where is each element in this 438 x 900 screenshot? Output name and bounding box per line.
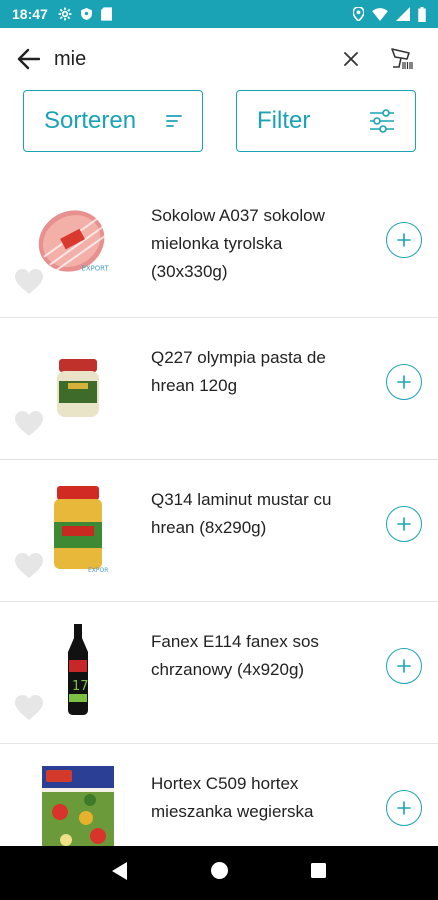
product-name[interactable]: Q227 olympia pasta de hrean 120g <box>151 344 356 400</box>
product-row[interactable]: Q227 olympia pasta de hrean 120g <box>0 318 438 460</box>
arrow-back-icon <box>17 48 40 70</box>
product-name[interactable]: Hortex C509 hortex mieszanka wegierska <box>151 770 356 826</box>
status-notification-icons <box>58 7 112 21</box>
favorite-button[interactable] <box>14 694 44 722</box>
nav-home-icon <box>210 862 228 879</box>
product-image[interactable] <box>30 764 125 859</box>
plus-icon <box>397 659 411 673</box>
svg-text:17: 17 <box>72 679 89 694</box>
product-image[interactable]: 17 <box>30 622 125 717</box>
heart-icon <box>15 695 43 720</box>
favorite-button[interactable] <box>14 410 44 438</box>
product-row[interactable]: EXPORT Q314 laminut mustar cu hrean (8x2… <box>0 460 438 602</box>
favorite-button[interactable] <box>14 552 44 580</box>
add-to-cart-button[interactable] <box>386 648 422 684</box>
product-image-frozen-veg <box>41 765 114 858</box>
status-bar: 18:47 <box>0 0 438 28</box>
product-row[interactable]: 17 Fanex E114 fanex sos chrzanowy (4x920… <box>0 602 438 744</box>
barcode-scan-button[interactable] <box>374 36 430 82</box>
nav-back-button[interactable] <box>111 861 128 885</box>
filter-button-label: Filter <box>257 107 311 134</box>
sd-card-icon <box>100 7 112 21</box>
product-name[interactable]: Sokolow A037 sokolow mielonka tyrolska (… <box>151 202 356 286</box>
product-image-sauce-bottle: 17 <box>67 623 89 715</box>
settings-icon <box>58 7 72 21</box>
product-name[interactable]: Fanex E114 fanex sos chrzanowy (4x920g) <box>151 628 356 684</box>
add-to-cart-button[interactable] <box>386 364 422 400</box>
product-image-meat: EXPORT <box>38 209 110 272</box>
plus-icon <box>397 517 411 531</box>
product-row[interactable]: EXPORT Sokolow A037 sokolow mielonka tyr… <box>0 176 438 318</box>
barcode-scanner-icon <box>391 48 413 69</box>
search-bar <box>0 28 438 90</box>
add-to-cart-button[interactable] <box>386 790 422 826</box>
search-input[interactable] <box>54 39 328 79</box>
filter-button[interactable]: Filter <box>236 90 416 152</box>
svg-text:EXPORT: EXPORT <box>88 567 108 574</box>
navigation-bar <box>0 846 438 900</box>
signal-icon <box>396 7 410 21</box>
wifi-icon <box>372 7 388 21</box>
nav-back-icon <box>111 861 127 880</box>
filter-sliders-icon <box>370 109 394 133</box>
battery-icon <box>418 6 426 22</box>
sort-icon <box>166 115 182 127</box>
add-to-cart-button[interactable] <box>386 222 422 258</box>
clear-search-button[interactable] <box>328 36 374 82</box>
close-icon <box>344 52 358 66</box>
status-system-icons <box>353 6 426 22</box>
back-button[interactable] <box>2 33 54 85</box>
product-image[interactable]: EXPORT <box>30 480 125 575</box>
sort-filter-bar: Sorteren Filter <box>0 90 438 154</box>
add-to-cart-button[interactable] <box>386 506 422 542</box>
location-icon <box>353 7 364 21</box>
nav-recents-button[interactable] <box>311 863 327 883</box>
status-time: 18:47 <box>12 6 48 22</box>
shield-icon <box>80 8 92 20</box>
nav-home-button[interactable] <box>210 862 228 884</box>
product-image[interactable] <box>30 338 125 433</box>
product-image-mustard-jar: EXPORT <box>53 485 108 574</box>
sort-button[interactable]: Sorteren <box>23 90 203 152</box>
product-list: EXPORT Sokolow A037 sokolow mielonka tyr… <box>0 176 438 886</box>
heart-icon <box>15 269 43 294</box>
sort-button-label: Sorteren <box>44 107 137 134</box>
svg-text:EXPORT: EXPORT <box>81 264 109 272</box>
nav-recents-icon <box>311 863 327 878</box>
product-image-jar <box>56 358 99 417</box>
plus-icon <box>397 233 411 247</box>
product-name[interactable]: Q314 laminut mustar cu hrean (8x290g) <box>151 486 356 542</box>
favorite-button[interactable] <box>14 268 44 296</box>
plus-icon <box>397 801 411 815</box>
plus-icon <box>397 375 411 389</box>
heart-icon <box>15 411 43 436</box>
product-image[interactable]: EXPORT <box>30 196 125 291</box>
heart-icon <box>15 553 43 578</box>
